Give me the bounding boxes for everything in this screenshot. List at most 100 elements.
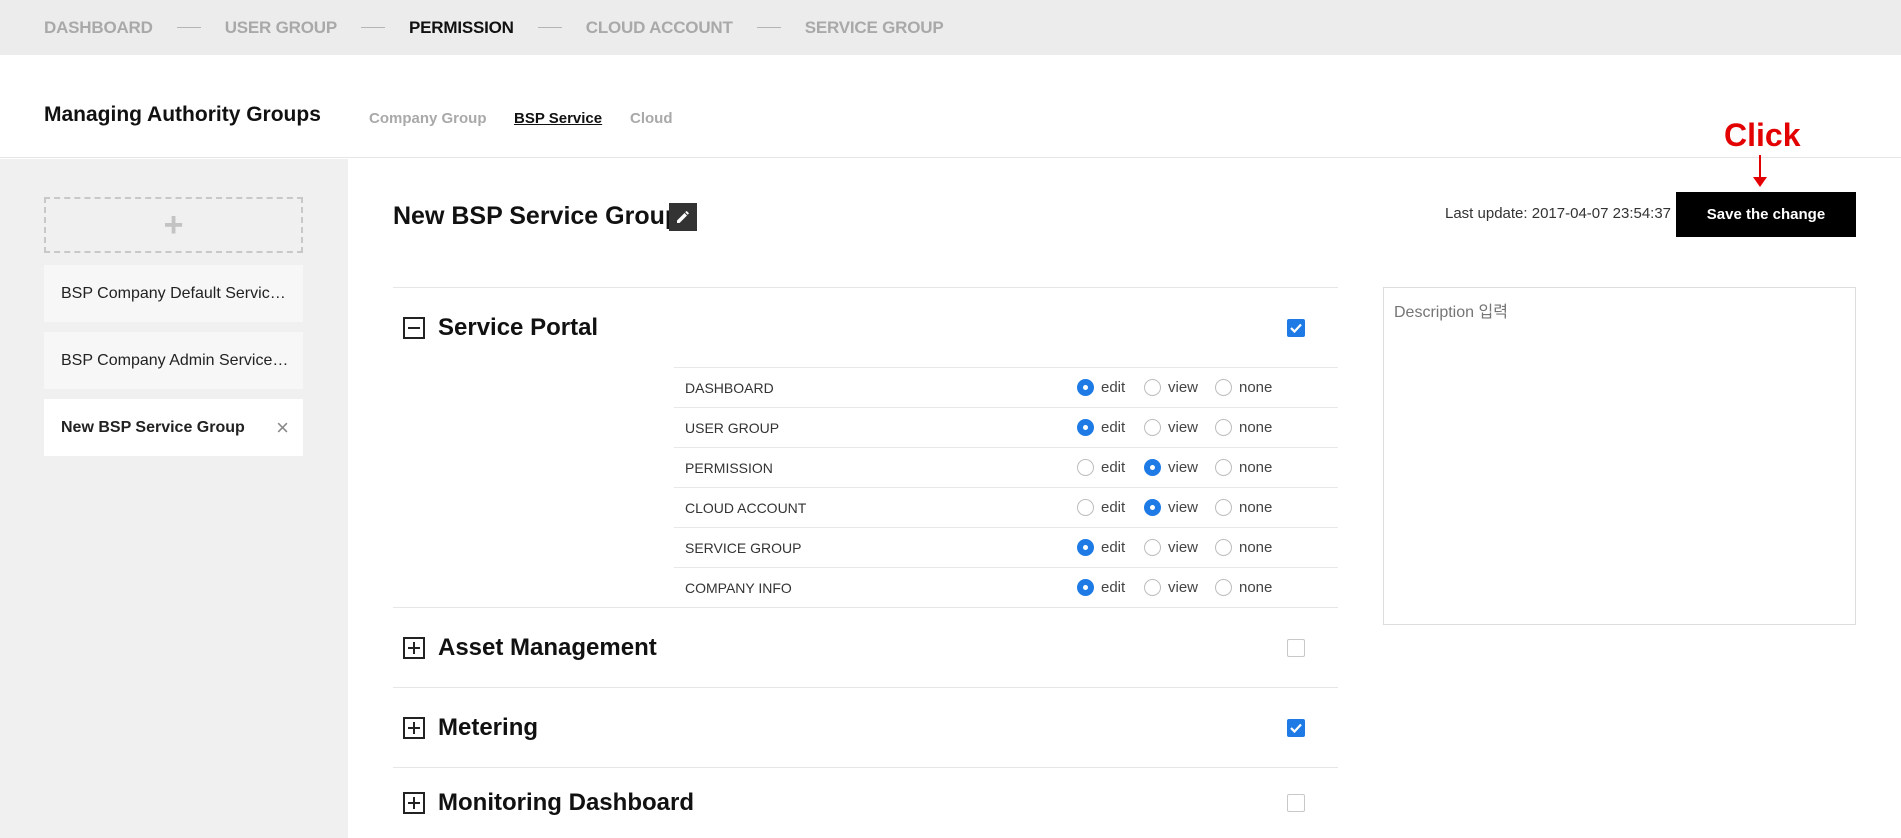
radio-circle[interactable] [1144, 539, 1161, 556]
nav-step-dashboard[interactable]: DASHBOARD [44, 18, 153, 38]
radio-circle[interactable] [1215, 419, 1232, 436]
section-title: Asset Management [438, 633, 657, 661]
radio-edit[interactable]: edit [1077, 579, 1125, 596]
radio-label: edit [1101, 579, 1126, 596]
permission-name: DASHBOARD [685, 379, 774, 396]
sidebar-item-label: BSP Company Admin Service Group [61, 351, 289, 369]
nav-step-permission[interactable]: PERMISSION [409, 18, 514, 38]
sidebar-item-label: New BSP Service Group [61, 418, 245, 436]
radio-label: view [1168, 539, 1199, 556]
nav-step-user-group[interactable]: USER GROUP [225, 18, 337, 38]
radio-label: edit [1101, 539, 1126, 556]
permission-row: DASHBOARD edit view none [674, 367, 1338, 407]
expand-icon[interactable] [403, 636, 425, 659]
radio-circle[interactable] [1215, 579, 1232, 596]
radio-edit[interactable]: edit [1077, 539, 1125, 556]
radio-circle[interactable] [1144, 459, 1161, 476]
radio-circle[interactable] [1144, 579, 1161, 596]
nav-separator [361, 27, 385, 28]
sidebar-item-admin-service-group[interactable]: BSP Company Admin Service Group [44, 332, 303, 389]
section-title: Service Portal [438, 313, 599, 341]
tab-company-group[interactable]: Company Group [369, 110, 487, 127]
check-icon [1290, 323, 1302, 333]
sidebar-item-new-bsp-service-group[interactable]: New BSP Service Group × [44, 399, 303, 456]
permission-name: PERMISSION [685, 459, 773, 476]
add-group-button[interactable]: + [44, 197, 303, 253]
nav-step-service-group[interactable]: SERVICE GROUP [805, 18, 944, 38]
radio-circle[interactable] [1077, 539, 1094, 556]
radio-none[interactable]: none [1215, 499, 1272, 516]
permission-row: USER GROUP edit view none [674, 407, 1338, 447]
sidebar-item-default-service-group[interactable]: BSP Company Default Service Group [44, 265, 303, 322]
description-input[interactable] [1383, 287, 1856, 625]
radio-view[interactable]: view [1144, 379, 1198, 396]
radio-circle[interactable] [1215, 459, 1232, 476]
radio-none[interactable]: none [1215, 539, 1272, 556]
top-stepper: DASHBOARD USER GROUP PERMISSION CLOUD AC… [0, 0, 1901, 55]
radio-label: none [1239, 579, 1273, 596]
group-title: New BSP Service Group [393, 202, 681, 230]
radio-label: view [1168, 419, 1199, 436]
radio-view[interactable]: view [1144, 499, 1198, 516]
expand-icon[interactable] [403, 716, 425, 739]
radio-none[interactable]: none [1215, 459, 1272, 476]
check-icon [1290, 723, 1302, 733]
nav-separator [756, 27, 781, 28]
radio-edit[interactable]: edit [1077, 419, 1125, 436]
radio-label: none [1239, 419, 1273, 436]
radio-view[interactable]: view [1144, 539, 1198, 556]
radio-circle[interactable] [1144, 419, 1161, 436]
sidebar-item-label: BSP Company Default Service Group [61, 284, 289, 302]
edit-title-button[interactable] [669, 203, 697, 231]
radio-none[interactable]: none [1215, 579, 1272, 596]
sidebar: + BSP Company Default Service Group BSP … [0, 159, 348, 838]
annotation-arrow-line [1759, 155, 1761, 179]
tab-cloud[interactable]: Cloud [630, 110, 673, 127]
radio-none[interactable]: none [1215, 379, 1272, 396]
nav-separator [537, 27, 562, 28]
radio-circle[interactable] [1077, 459, 1094, 476]
section-title: Monitoring Dashboard [438, 789, 694, 816]
radio-view[interactable]: view [1144, 579, 1198, 596]
expand-icon[interactable] [403, 792, 425, 814]
radio-circle[interactable] [1077, 379, 1094, 396]
radio-circle[interactable] [1077, 419, 1094, 436]
plus-icon: + [163, 205, 184, 244]
permission-row: PERMISSION edit view none [674, 447, 1338, 487]
permission-row: SERVICE GROUP edit view none [674, 527, 1338, 567]
radio-circle[interactable] [1215, 379, 1232, 396]
nav-separator [176, 27, 201, 28]
radio-label: edit [1101, 419, 1126, 436]
radio-view[interactable]: view [1144, 459, 1198, 476]
radio-circle[interactable] [1215, 499, 1232, 516]
radio-none[interactable]: none [1215, 419, 1272, 436]
permission-name: SERVICE GROUP [685, 539, 802, 556]
radio-circle[interactable] [1215, 539, 1232, 556]
close-icon[interactable]: × [276, 415, 289, 441]
radio-label: none [1239, 539, 1273, 556]
radio-label: edit [1101, 499, 1126, 516]
radio-circle[interactable] [1144, 499, 1161, 516]
radio-label: none [1239, 459, 1273, 476]
section-checkbox[interactable] [1287, 718, 1305, 737]
radio-view[interactable]: view [1144, 419, 1198, 436]
nav-step-cloud-account[interactable]: CLOUD ACCOUNT [586, 18, 733, 38]
section-checkbox[interactable] [1287, 638, 1305, 657]
radio-label: view [1168, 499, 1199, 516]
collapse-icon[interactable] [403, 316, 425, 339]
section-checkbox[interactable] [1287, 794, 1305, 812]
radio-label: edit [1101, 459, 1126, 476]
tab-bsp-service[interactable]: BSP Service [514, 110, 602, 127]
radio-edit[interactable]: edit [1077, 459, 1125, 476]
section-service-portal: Service Portal [393, 287, 1338, 367]
radio-circle[interactable] [1144, 379, 1161, 396]
section-checkbox[interactable] [1287, 318, 1305, 337]
radio-edit[interactable]: edit [1077, 499, 1125, 516]
save-button[interactable]: Save the change [1676, 192, 1856, 237]
radio-edit[interactable]: edit [1077, 379, 1125, 396]
radio-circle[interactable] [1077, 579, 1094, 596]
section-asset-management: Asset Management [393, 607, 1338, 687]
radio-circle[interactable] [1077, 499, 1094, 516]
last-update-text: Last update: 2017-04-07 23:54:37 [1445, 205, 1672, 222]
permission-row: COMPANY INFO edit view none [674, 567, 1338, 607]
